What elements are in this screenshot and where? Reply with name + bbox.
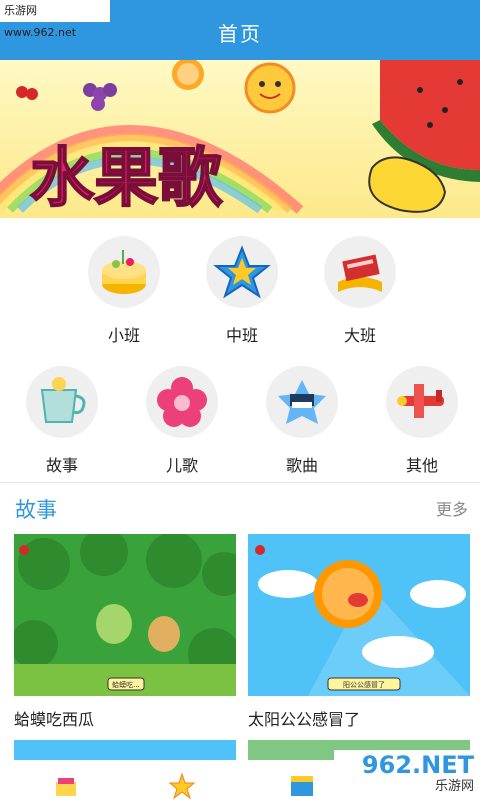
- section-title: 故事: [15, 498, 57, 522]
- category-label: 小班: [107, 326, 140, 345]
- watermark-top: 乐游网 www.962.net: [0, 0, 110, 39]
- category-middle-class[interactable]: 中班: [192, 236, 292, 346]
- category-senior-class[interactable]: 大班: [310, 236, 410, 346]
- category-label: 儿歌: [165, 456, 198, 475]
- plane-icon: [397, 384, 444, 418]
- thumb-label: 阳公公感冒了: [343, 680, 385, 689]
- watermark-main: 962.NET: [361, 751, 474, 779]
- cake-icon: [102, 250, 146, 294]
- book-icon: [338, 254, 382, 292]
- banner-title: 水果歌: [30, 142, 223, 216]
- category-label: 歌曲: [285, 456, 318, 475]
- book-tab-icon: [291, 776, 313, 796]
- category-label: 其他: [405, 456, 438, 475]
- category-label: 中班: [225, 326, 258, 345]
- category-label: 故事: [45, 456, 78, 475]
- story-caption: 太阳公公感冒了: [248, 710, 361, 729]
- category-row-2: 故事 儿歌 歌曲 其他: [0, 366, 480, 486]
- watermark-bottom: 962.NET 乐游网: [334, 750, 474, 796]
- flower-icon: [157, 377, 207, 427]
- tab-category[interactable]: [168, 772, 196, 800]
- category-story[interactable]: 故事: [12, 366, 112, 476]
- star-tab-icon: [168, 772, 196, 800]
- story-card[interactable]: 阳公公感冒了 太阳公公感冒了: [248, 534, 470, 730]
- tab-favorites[interactable]: [288, 772, 316, 800]
- category-nursery-rhyme[interactable]: 儿歌: [132, 366, 232, 476]
- category-row-1: 小班 中班 大班: [0, 236, 480, 356]
- cup-icon: [40, 377, 86, 423]
- story-thumbnail: 阳公公感冒了: [248, 534, 470, 696]
- story-card[interactable]: 蛤蟆吃... 蛤蟆吃西瓜: [14, 534, 236, 730]
- cake-tab-icon: [56, 778, 76, 796]
- category-label: 大班: [343, 326, 376, 345]
- tab-home[interactable]: [52, 772, 80, 800]
- thumb-label: 蛤蟆吃...: [112, 680, 140, 689]
- story-caption: 蛤蟆吃西瓜: [14, 710, 95, 729]
- watermark-sub: 乐游网: [434, 779, 474, 794]
- story-card-partial[interactable]: [14, 740, 236, 760]
- category-songs[interactable]: 歌曲: [252, 366, 352, 476]
- banner-illustration: 水果歌: [0, 60, 480, 217]
- story-thumbnail: 蛤蟆吃...: [14, 534, 236, 696]
- piano-icon: [278, 380, 326, 424]
- section-divider: [0, 482, 480, 483]
- more-link[interactable]: 更多: [436, 496, 468, 520]
- category-small-class[interactable]: 小班: [74, 236, 174, 346]
- category-other[interactable]: 其他: [372, 366, 472, 476]
- star-icon: [213, 245, 271, 299]
- banner[interactable]: 水果歌: [0, 60, 480, 218]
